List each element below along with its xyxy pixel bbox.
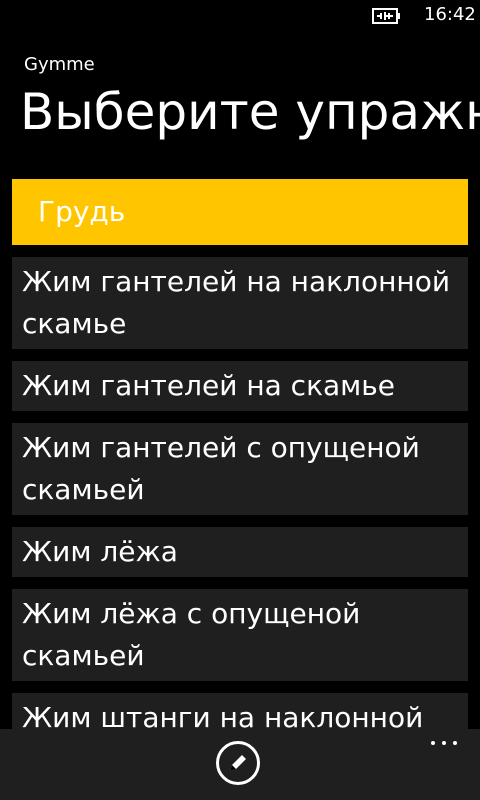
edit-button[interactable] — [216, 741, 260, 785]
status-bar: 16:42 — [0, 0, 480, 32]
clock: 16:42 — [424, 4, 476, 25]
list-item[interactable]: Жим лёжа — [12, 527, 468, 577]
ellipsis-icon — [431, 741, 435, 745]
edit-icon — [230, 755, 246, 771]
list-item[interactable]: Жим лёжа с опущеной скамьей — [12, 589, 468, 681]
exercise-list: Грудь Жим гантелей на наклонной скамье Ж… — [12, 179, 468, 797]
more-options-button[interactable] — [428, 729, 462, 753]
list-item[interactable]: Жим гантелей с опущеной скамьей — [12, 423, 468, 515]
battery-charging-icon — [372, 8, 400, 24]
page-title: Выберите упражнение — [20, 83, 480, 141]
app-bar — [0, 729, 480, 800]
list-item[interactable]: Жим гантелей на наклонной скамье — [12, 257, 468, 349]
group-header-chest[interactable]: Грудь — [12, 179, 468, 245]
app-name: Gymme — [24, 54, 95, 75]
list-item[interactable]: Жим гантелей на скамье — [12, 361, 468, 411]
